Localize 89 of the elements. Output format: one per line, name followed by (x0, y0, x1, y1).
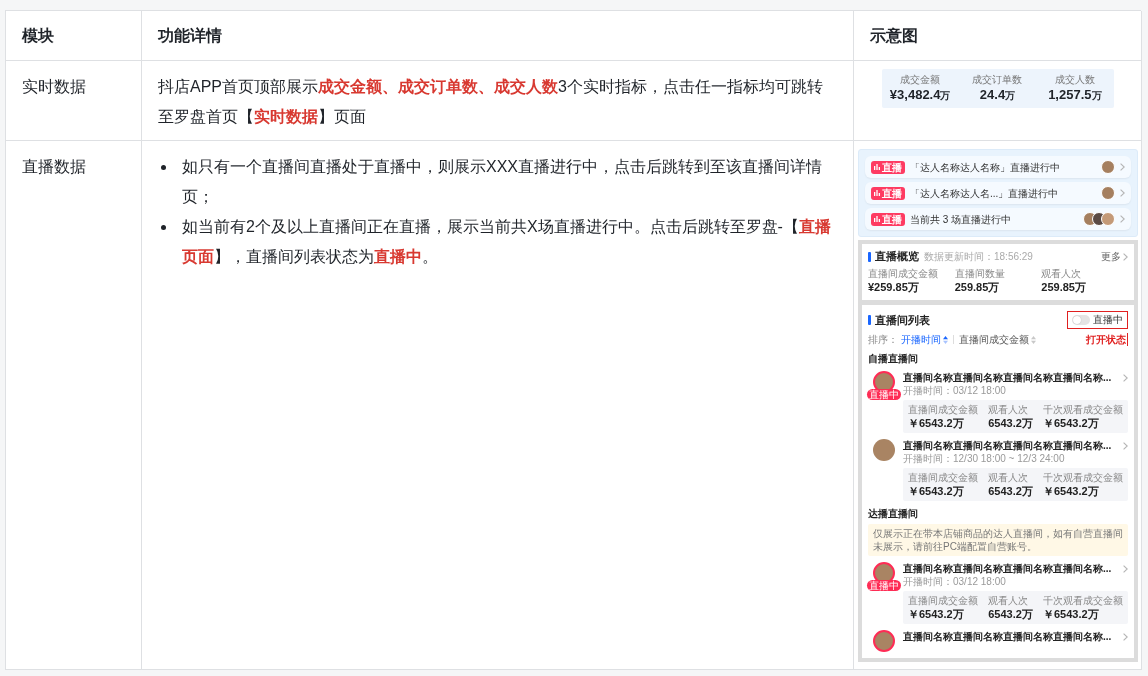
stat-label: 观看人次 (988, 403, 1030, 416)
live-bars-icon (874, 164, 880, 170)
stat-value: 6543.2万 (988, 416, 1033, 430)
stat-label: 观看人次 (1041, 267, 1083, 280)
accent-bar-icon (868, 251, 871, 262)
stat-value: 6543.2万 (988, 607, 1033, 621)
column-header: 功能详情 (158, 25, 222, 46)
metric-value: 24.4万 (979, 86, 1016, 104)
stat-label: 直播间数量 (954, 267, 1006, 280)
live-label: 直播 (882, 187, 902, 199)
start-time: 开播时间：03/12 18:00 (903, 384, 1007, 397)
stat-value: ￥6543.2万 (1043, 484, 1100, 498)
stat-value: ￥6543.2万 (908, 416, 965, 430)
metric-value: ¥3,482.4万 (889, 86, 951, 104)
sort-icon (1031, 335, 1036, 344)
stat-label: 直播间成交金额 (908, 471, 978, 484)
sort-option[interactable]: 开播时间 (901, 333, 948, 346)
column-header: 示意图 (870, 25, 918, 46)
start-time: 开播时间：12/30 18:00 ~ 12/3 24:00 (903, 452, 1066, 465)
banner-text: 「达人名称达人名...」直播进行中 (910, 186, 1059, 200)
stat-label: 直播间成交金额 (868, 267, 939, 280)
chevron-right-icon (1123, 252, 1128, 261)
live-status-badge: 直播中 (867, 389, 901, 400)
feature-description: 如只有一个直播间直播处于直播中，则展示XXX直播进行中，点击后跳转到至该直播间详情页； (182, 157, 823, 207)
section-heading: 直播间列表 (875, 313, 930, 327)
sort-label: 排序： (868, 333, 898, 346)
feature-description: 抖店APP首页顶部展示成交金额、成交订单数、成交人数3个实时指标，点击任一指标均可跳转至罗盘首页【实时数据】页面 (158, 77, 824, 127)
chevron-right-icon (1123, 632, 1128, 641)
bullet-icon (161, 224, 166, 230)
sort-icon (943, 335, 948, 344)
stat-value: ￥6543.2万 (1043, 607, 1100, 621)
metric-label: 成交金额 (900, 73, 941, 86)
toggle-switch[interactable] (1072, 315, 1090, 325)
annotation-text: 打开状态 (1086, 333, 1128, 346)
live-banner[interactable]: 直播 当前共 3 场直播进行中 (865, 208, 1131, 230)
stat-value: ¥259.85万 (868, 280, 920, 294)
live-bars-icon (874, 216, 880, 222)
chevron-right-icon (1123, 373, 1128, 382)
feature-description: 如当前有2个及以上直播间正在直播，展示当前共X场直播进行中。点击后跳转至罗盘-【直播页面】，直播间列表状态为直播中。 (182, 217, 832, 267)
stat-value: ￥6543.2万 (908, 607, 965, 621)
chevron-right-icon (1123, 441, 1128, 450)
chevron-right-icon (1120, 163, 1125, 171)
column-header: 模块 (22, 25, 54, 46)
live-banner[interactable]: 直播 「达人名称达人名...」直播进行中 (865, 182, 1131, 204)
module-label: 直播数据 (22, 158, 86, 175)
sort-option[interactable]: 直播间成交金额 (959, 333, 1036, 346)
stat-label: 直播间成交金额 (908, 403, 978, 416)
module-label: 实时数据 (22, 78, 86, 95)
section-title: 自播直播间 (868, 352, 919, 365)
start-time: 开播时间：03/12 18:00 (903, 575, 1007, 588)
update-time: 数据更新时间：18:56:29 (924, 250, 1033, 263)
section-heading: 直播概览 (875, 250, 919, 263)
room-name[interactable]: 直播间名称直播间名称直播间名称直播间名称... (903, 439, 1112, 452)
stat-label: 直播间成交金额 (908, 594, 978, 607)
stat-value: 259.85万 (954, 280, 1001, 294)
section-title: 达播直播间 (868, 507, 919, 520)
accent-bar-icon (868, 315, 871, 325)
stat-value: ￥6543.2万 (908, 484, 965, 498)
metric-value: 1,257.5万 (1048, 86, 1102, 104)
stat-value: ￥6543.2万 (1043, 416, 1100, 430)
chevron-right-icon (1120, 215, 1125, 223)
live-banner[interactable]: 直播 「达人名称达人名称」直播进行中 (865, 156, 1131, 178)
notice-banner: 仅展示正在带本店铺商品的达人直播间，如有自营直播间未展示，请前往PC端配置自营账号。 (868, 524, 1128, 556)
avatar-placeholder (1101, 212, 1115, 226)
stat-label: 千次观看成交金额 (1043, 471, 1123, 484)
stat-value: 259.85万 (1041, 280, 1087, 294)
stat-label: 观看人次 (988, 594, 1030, 607)
more-link[interactable]: 更多 (1101, 250, 1128, 263)
chevron-right-icon (1123, 564, 1128, 573)
banner-text: 「达人名称达人名称」直播进行中 (910, 160, 1060, 174)
live-label: 直播 (882, 161, 902, 173)
room-name[interactable]: 直播间名称直播间名称直播间名称直播间名称... (903, 371, 1112, 384)
live-status-badge: 直播中 (867, 580, 901, 591)
metric-label: 成交订单数 (972, 73, 1023, 86)
avatar-placeholder (1101, 186, 1115, 200)
toggle-label: 直播中 (1093, 314, 1123, 326)
stat-label: 千次观看成交金额 (1043, 594, 1123, 607)
room-name[interactable]: 直播间名称直播间名称直播间名称直播间名称... (903, 630, 1112, 643)
chevron-right-icon (1120, 189, 1125, 197)
stat-label: 观看人次 (988, 471, 1030, 484)
stat-value: 6543.2万 (988, 484, 1033, 498)
stat-label: 千次观看成交金额 (1043, 403, 1123, 416)
bullet-icon (161, 164, 166, 170)
banner-text: 当前共 3 场直播进行中 (910, 212, 1012, 226)
metric-label: 成交人数 (1054, 73, 1095, 86)
live-label: 直播 (882, 213, 902, 225)
live-bars-icon (874, 190, 880, 196)
room-name[interactable]: 直播间名称直播间名称直播间名称直播间名称... (903, 562, 1112, 575)
avatar-placeholder (1101, 160, 1115, 174)
